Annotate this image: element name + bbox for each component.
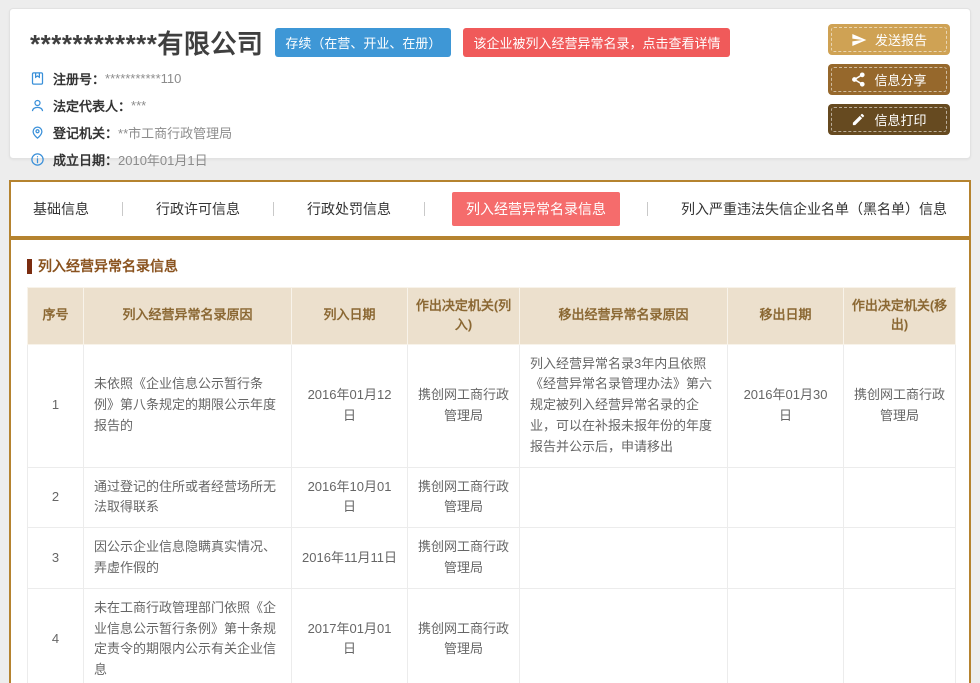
table-header-row: 序号 列入经营异常名录原因 列入日期 作出决定机关(列入) 移出经营异常名录原因…	[28, 288, 956, 345]
share-info-button[interactable]: 信息分享	[828, 64, 950, 95]
registration-authority-label: 登记机关：	[53, 123, 118, 142]
tab-divider	[122, 202, 123, 216]
send-report-button[interactable]: 发送报告	[828, 24, 950, 55]
tab-divider	[273, 202, 274, 216]
cell-listing-authority: 携创网工商行政管理局	[408, 588, 520, 683]
send-report-label: 发送报告	[875, 30, 927, 49]
cell-listing-authority: 携创网工商行政管理局	[408, 344, 520, 467]
send-icon	[851, 32, 867, 48]
legal-representative-value: ***	[131, 98, 146, 113]
establishment-date-label: 成立日期：	[53, 150, 118, 169]
share-icon	[851, 72, 866, 87]
cell-index: 3	[28, 528, 84, 589]
col-header-removal-authority: 作出决定机关(移出)	[844, 288, 956, 345]
company-header-card: ************有限公司 存续（在营、开业、在册） 该企业被列入经营异常…	[9, 8, 971, 159]
print-icon	[851, 112, 866, 127]
cell-removal-reason	[520, 467, 728, 528]
cell-listing-reason: 因公示企业信息隐瞒真实情况、弄虚作假的	[84, 528, 292, 589]
tab-blacklist[interactable]: 列入严重违法失信企业名单（黑名单）信息	[675, 192, 953, 226]
table-row: 2 通过登记的住所或者经营场所无法取得联系 2016年10月01日 携创网工商行…	[28, 467, 956, 528]
cell-listing-date: 2016年01月12日	[292, 344, 408, 467]
registration-number-value: ***********110	[105, 71, 181, 86]
cell-listing-date: 2016年11月11日	[292, 528, 408, 589]
title-marker	[27, 259, 32, 274]
registration-icon	[30, 71, 45, 86]
cell-removal-authority	[844, 467, 956, 528]
cell-removal-reason	[520, 588, 728, 683]
cell-removal-reason: 列入经营异常名录3年内且依照《经营异常名录管理办法》第六规定被列入经营异常名录的…	[520, 344, 728, 467]
location-icon	[30, 125, 45, 140]
col-header-listing-authority: 作出决定机关(列入)	[408, 288, 520, 345]
col-header-removal-reason: 移出经营异常名录原因	[520, 288, 728, 345]
col-header-removal-date: 移出日期	[728, 288, 844, 345]
table-row: 1 未依照《企业信息公示暂行条例》第八条规定的期限公示年度报告的 2016年01…	[28, 344, 956, 467]
abnormal-alert-badge[interactable]: 该企业被列入经营异常名录，点击查看详情	[463, 28, 730, 57]
table-row: 3 因公示企业信息隐瞒真实情况、弄虚作假的 2016年11月11日 携创网工商行…	[28, 528, 956, 589]
section-title-text: 列入经营异常名录信息	[38, 256, 178, 276]
section-title: 列入经营异常名录信息	[27, 256, 953, 276]
cell-removal-authority	[844, 588, 956, 683]
cell-listing-date: 2016年10月01日	[292, 467, 408, 528]
tab-administrative-penalty[interactable]: 行政处罚信息	[301, 192, 397, 226]
tab-administrative-licensing[interactable]: 行政许可信息	[150, 192, 246, 226]
cell-listing-date: 2017年01月01日	[292, 588, 408, 683]
cell-removal-date	[728, 467, 844, 528]
share-info-label: 信息分享	[874, 70, 926, 89]
cell-index: 2	[28, 467, 84, 528]
print-info-label: 信息打印	[874, 110, 926, 129]
tab-bar: 基础信息 行政许可信息 行政处罚信息 列入经营异常名录信息 列入严重违法失信企业…	[11, 182, 969, 240]
legal-representative-label: 法定代表人：	[53, 96, 131, 115]
info-icon	[30, 152, 45, 167]
col-header-listing-reason: 列入经营异常名录原因	[84, 288, 292, 345]
registration-number-label: 注册号：	[53, 69, 105, 88]
col-header-index: 序号	[28, 288, 84, 345]
establishment-date-value: 2010年01月1日	[118, 150, 208, 169]
person-icon	[30, 98, 45, 113]
cell-removal-authority: 携创网工商行政管理局	[844, 344, 956, 467]
cell-listing-authority: 携创网工商行政管理局	[408, 467, 520, 528]
table-row: 4 未在工商行政管理部门依照《企业信息公示暂行条例》第十条规定责令的期限内公示有…	[28, 588, 956, 683]
cell-listing-reason: 未依照《企业信息公示暂行条例》第八条规定的期限公示年度报告的	[84, 344, 292, 467]
registration-number-field: 注册号： ***********110	[30, 69, 950, 88]
cell-listing-authority: 携创网工商行政管理局	[408, 528, 520, 589]
panel-content: 列入经营异常名录信息 序号 列入经营异常名录原因 列入日期 作出决定机关(列入)…	[11, 240, 969, 683]
cell-removal-reason	[520, 528, 728, 589]
main-panel: 基础信息 行政许可信息 行政处罚信息 列入经营异常名录信息 列入严重违法失信企业…	[9, 180, 971, 683]
cell-removal-authority	[844, 528, 956, 589]
print-info-button[interactable]: 信息打印	[828, 104, 950, 135]
company-name: ************有限公司	[30, 24, 263, 61]
legal-representative-field: 法定代表人： ***	[30, 96, 950, 115]
action-buttons: 发送报告 信息分享 信息打印	[828, 24, 950, 135]
status-badge: 存续（在营、开业、在册）	[275, 28, 451, 57]
cell-index: 1	[28, 344, 84, 467]
establishment-date-field: 成立日期： 2010年01月1日	[30, 150, 950, 169]
abnormal-operations-table: 序号 列入经营异常名录原因 列入日期 作出决定机关(列入) 移出经营异常名录原因…	[27, 287, 956, 683]
tab-basic-info[interactable]: 基础信息	[27, 192, 95, 226]
cell-listing-reason: 通过登记的住所或者经营场所无法取得联系	[84, 467, 292, 528]
cell-removal-date	[728, 588, 844, 683]
tab-abnormal-operations[interactable]: 列入经营异常名录信息	[452, 192, 620, 226]
cell-removal-date: 2016年01月30日	[728, 344, 844, 467]
col-header-listing-date: 列入日期	[292, 288, 408, 345]
tab-divider	[424, 202, 425, 216]
tab-divider	[647, 202, 648, 216]
cell-index: 4	[28, 588, 84, 683]
company-title-row: ************有限公司 存续（在营、开业、在册） 该企业被列入经营异常…	[30, 24, 950, 61]
cell-removal-date	[728, 528, 844, 589]
registration-authority-value: **市工商行政管理局	[118, 123, 232, 142]
registration-authority-field: 登记机关： **市工商行政管理局	[30, 123, 950, 142]
cell-listing-reason: 未在工商行政管理部门依照《企业信息公示暂行条例》第十条规定责令的期限内公示有关企…	[84, 588, 292, 683]
